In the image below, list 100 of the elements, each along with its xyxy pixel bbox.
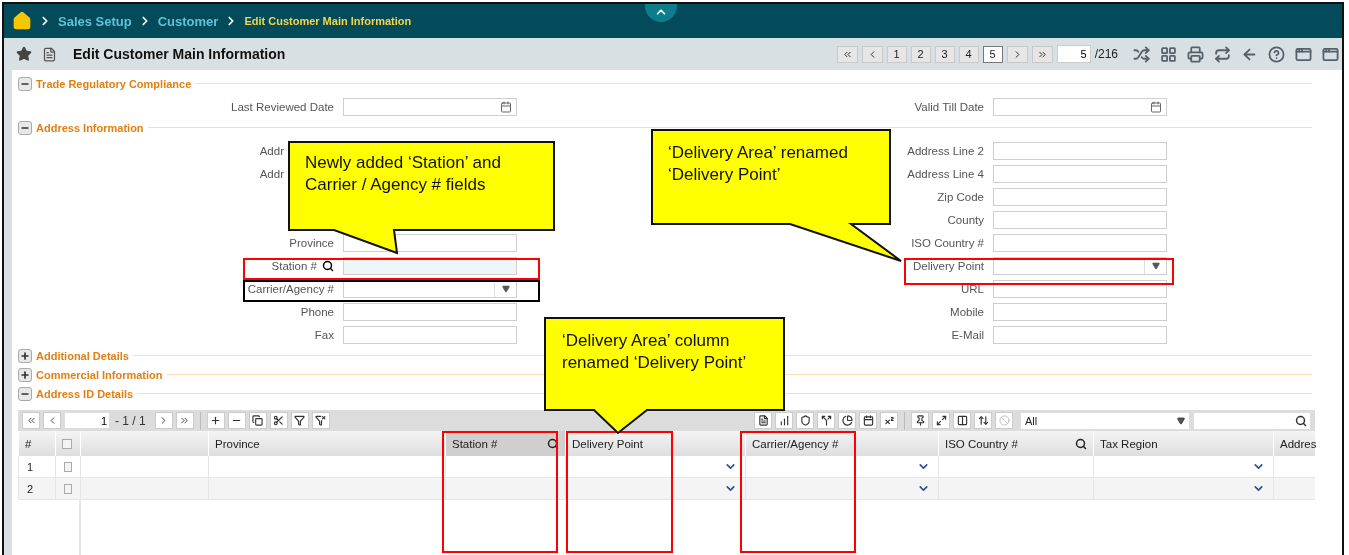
first-page-button[interactable] (22, 412, 40, 429)
page-range: - 1 / 1 (115, 413, 146, 428)
caret-icon (1151, 261, 1160, 270)
callout-text: ‘Delivery Area’ renamed ‘Delivery Point’ (668, 142, 849, 187)
page-button[interactable]: 3 (934, 45, 955, 63)
field-label: Carrier/Agency # (247, 282, 334, 295)
expand-icon (935, 415, 947, 426)
calendar-icon (862, 415, 874, 426)
search-icon (1295, 414, 1307, 427)
window-icon (1322, 45, 1339, 63)
last-page-button[interactable] (1031, 45, 1053, 63)
grid-search-field[interactable] (1193, 411, 1311, 430)
pie-chart-button[interactable] (838, 412, 856, 429)
sort-button[interactable] (974, 412, 992, 429)
expand-button[interactable] (18, 367, 32, 382)
column-header[interactable]: Station # (445, 431, 565, 456)
first-page-button[interactable] (836, 45, 858, 63)
field-label: Addr (259, 167, 284, 180)
row-checkbox[interactable] (64, 483, 72, 494)
pin-button[interactable] (911, 412, 929, 429)
window-icon (1295, 45, 1312, 63)
first-icon (25, 415, 37, 426)
freeze-button[interactable] (932, 412, 950, 429)
date-field[interactable] (343, 97, 517, 116)
search-icon[interactable] (322, 259, 334, 272)
caret-icon (1177, 416, 1185, 425)
field-label: Delivery Point (913, 259, 984, 272)
search-icon[interactable] (547, 437, 559, 450)
calendar-button[interactable] (859, 412, 877, 429)
field-label: Phone (300, 305, 334, 318)
plus-icon (20, 350, 30, 361)
page-button[interactable]: 5 (982, 45, 1003, 63)
section-title: Trade Regulatory Compliance (36, 77, 192, 90)
field-label: County (947, 213, 984, 226)
text-field[interactable] (993, 302, 1167, 321)
collapse-button[interactable] (18, 386, 32, 401)
superscript-button[interactable] (880, 412, 898, 429)
callout-text: ‘Delivery Area’ column renamed ‘Delivery Point’ (562, 330, 748, 375)
text-field[interactable] (993, 187, 1167, 206)
text-field[interactable] (993, 325, 1167, 344)
filter-button[interactable] (290, 412, 309, 429)
select-all-checkbox[interactable] (62, 438, 72, 449)
column-title: Station # (452, 437, 498, 450)
pie-chart-icon (841, 415, 853, 426)
breadcrumb-link[interactable]: Customer (157, 13, 219, 29)
row-checkbox[interactable] (64, 461, 72, 472)
date-field[interactable] (993, 97, 1167, 116)
star-icon[interactable] (16, 46, 32, 62)
field-label: ISO Country # (911, 236, 984, 249)
sort-icon (977, 415, 989, 426)
cut-button[interactable] (269, 412, 288, 429)
last-page-button[interactable] (175, 412, 194, 429)
text-field[interactable] (993, 141, 1167, 160)
field-label: Address Line 2 (907, 144, 984, 157)
expand-button[interactable] (18, 348, 32, 363)
home-icon[interactable] (12, 11, 32, 31)
superscript-icon (883, 415, 895, 426)
section-title: Commercial Information (36, 368, 163, 381)
page-field[interactable]: 1 (64, 412, 110, 429)
field-label: Fax (314, 328, 334, 341)
chart-button[interactable] (775, 412, 793, 429)
pdf-export-button[interactable] (754, 412, 772, 429)
section-title: Address ID Details (36, 387, 134, 400)
breadcrumb-link[interactable]: Sales Setup (58, 13, 132, 29)
add-button[interactable] (206, 412, 225, 429)
columns-button[interactable] (953, 412, 971, 429)
collapse-button[interactable] (18, 120, 32, 135)
text-field[interactable] (343, 302, 517, 321)
clear-filter-button[interactable] (311, 412, 330, 429)
scissors-icon (273, 415, 285, 426)
page-total: /216 (1094, 47, 1118, 61)
text-field[interactable] (993, 164, 1167, 183)
document-icon (757, 415, 769, 426)
field-label: Valid Till Date (914, 100, 984, 113)
text-field[interactable] (993, 233, 1167, 252)
search-icon[interactable] (1075, 437, 1087, 450)
view-dropdown[interactable]: All (1020, 411, 1190, 430)
row-number: 2 (18, 478, 55, 499)
page-button[interactable]: 1 (886, 45, 907, 63)
last-icon (179, 415, 191, 426)
collapse-button[interactable] (18, 76, 32, 91)
html-export-button[interactable] (796, 412, 814, 429)
text-field[interactable] (993, 210, 1167, 229)
caret-icon (501, 284, 510, 293)
repeat-icon (1214, 45, 1231, 63)
page-button[interactable]: 4 (958, 45, 979, 63)
page-field[interactable]: 5 (1056, 45, 1091, 63)
field-label: E-Mail (951, 328, 984, 341)
field-label: Address Line 4 (907, 167, 984, 180)
plus-icon (210, 415, 222, 426)
filter-clear-icon (315, 415, 327, 426)
calendar-icon[interactable] (500, 100, 512, 113)
split-button[interactable] (817, 412, 835, 429)
calendar-icon[interactable] (1150, 100, 1162, 113)
callout-text: Newly added ‘Station’ and Carrier / Agency # fields (305, 152, 502, 197)
copy-button[interactable] (248, 412, 267, 429)
field-label: Station # (271, 259, 317, 272)
field-label: Last Reviewed Date (231, 100, 334, 113)
page-button[interactable]: 2 (910, 45, 931, 63)
text-field[interactable] (343, 325, 517, 344)
